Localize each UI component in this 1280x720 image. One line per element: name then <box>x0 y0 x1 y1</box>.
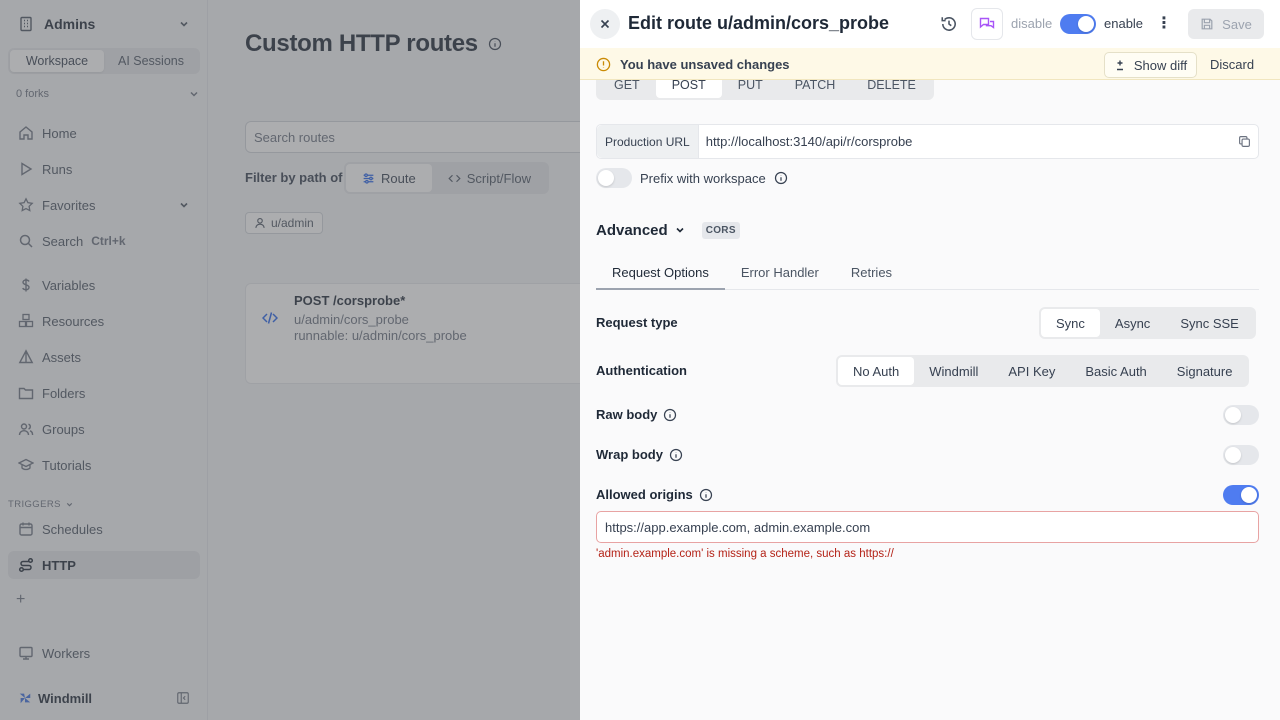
production-url-value[interactable]: http://localhost:3140/api/r/corsprobe <box>699 134 1230 149</box>
production-url-label: Production URL <box>597 125 699 158</box>
close-button[interactable] <box>590 9 620 39</box>
tab-retries[interactable]: Retries <box>835 256 908 289</box>
advanced-label: Advanced <box>596 221 668 239</box>
allowed-origins-input[interactable]: https://app.example.com, admin.example.c… <box>596 511 1259 543</box>
discard-button[interactable]: Discard <box>1210 57 1254 72</box>
request-type-sync[interactable]: Sync <box>1041 309 1100 337</box>
request-type-label: Request type <box>596 315 678 330</box>
prefix-workspace-toggle[interactable] <box>596 168 632 188</box>
unsaved-message: You have unsaved changes <box>620 57 790 72</box>
chat-icon <box>979 17 995 29</box>
request-type-selector: Sync Async Sync SSE <box>1039 307 1256 339</box>
save-label: Save <box>1222 16 1252 32</box>
info-icon[interactable] <box>669 448 683 462</box>
raw-body-label: Raw body <box>596 407 658 422</box>
show-diff-label: Show diff <box>1133 57 1188 73</box>
advanced-tabs: Request Options Error Handler Retries <box>596 256 1259 290</box>
authentication-label: Authentication <box>596 363 687 378</box>
raw-body-toggle[interactable] <box>1223 405 1259 425</box>
tab-error-handler[interactable]: Error Handler <box>725 256 835 289</box>
production-url-field: Production URL http://localhost:3140/api… <box>596 124 1259 159</box>
disable-label: disable <box>1011 16 1053 31</box>
request-type-sync-sse[interactable]: Sync SSE <box>1165 309 1254 337</box>
wrap-body-label: Wrap body <box>596 447 663 462</box>
tab-request-options[interactable]: Request Options <box>596 256 725 290</box>
request-type-async[interactable]: Async <box>1100 309 1165 337</box>
info-icon[interactable] <box>774 171 788 185</box>
prefix-workspace-row: Prefix with workspace <box>596 167 788 189</box>
wrap-body-row: Wrap body <box>596 447 683 462</box>
unsaved-changes-banner: You have unsaved changes Show diff Disca… <box>580 48 1280 80</box>
allowed-origins-label: Allowed origins <box>596 487 693 502</box>
allowed-origins-toggle[interactable] <box>1223 485 1259 505</box>
info-icon[interactable] <box>663 408 677 422</box>
show-diff-button[interactable]: Show diff <box>1104 52 1197 78</box>
cors-badge: CORS <box>701 221 740 239</box>
allowed-origins-error: 'admin.example.com' is missing a scheme,… <box>596 548 894 560</box>
auth-basic-auth[interactable]: Basic Auth <box>1070 357 1161 385</box>
save-button[interactable]: Save <box>1188 9 1264 39</box>
edit-route-drawer: Edit route u/admin/cors_probe disable en… <box>580 0 1280 720</box>
diff-icon <box>1116 60 1123 71</box>
more-options-icon[interactable]: ⋮ <box>1156 13 1172 35</box>
drawer-title: Edit route u/admin/cors_probe <box>628 13 890 33</box>
close-icon <box>600 19 610 29</box>
copy-url-button[interactable] <box>1230 135 1258 148</box>
allowed-origins-value: https://app.example.com, admin.example.c… <box>605 519 871 535</box>
wrap-body-toggle[interactable] <box>1223 445 1259 465</box>
raw-body-row: Raw body <box>596 407 677 422</box>
enable-label: enable <box>1104 16 1144 31</box>
chevron-down-icon <box>676 227 684 233</box>
auth-no-auth[interactable]: No Auth <box>838 357 915 385</box>
warning-icon <box>596 57 611 72</box>
allowed-origins-row: Allowed origins <box>596 487 713 502</box>
save-icon <box>1201 18 1213 30</box>
authentication-selector: No Auth Windmill API Key Basic Auth Sign… <box>836 355 1250 387</box>
advanced-toggle[interactable]: Advanced CORS <box>596 220 740 240</box>
prefix-workspace-label: Prefix with workspace <box>640 170 766 186</box>
drawer-header: Edit route u/admin/cors_probe disable en… <box>580 0 1280 48</box>
auth-api-key[interactable]: API Key <box>993 357 1070 385</box>
copy-icon <box>1238 136 1250 147</box>
history-icon[interactable] <box>940 15 958 33</box>
ai-chat-button[interactable] <box>971 8 1003 40</box>
auth-signature[interactable]: Signature <box>1162 357 1248 385</box>
enable-toggle[interactable] <box>1060 14 1096 34</box>
auth-windmill[interactable]: Windmill <box>914 357 993 385</box>
info-icon[interactable] <box>699 488 713 502</box>
